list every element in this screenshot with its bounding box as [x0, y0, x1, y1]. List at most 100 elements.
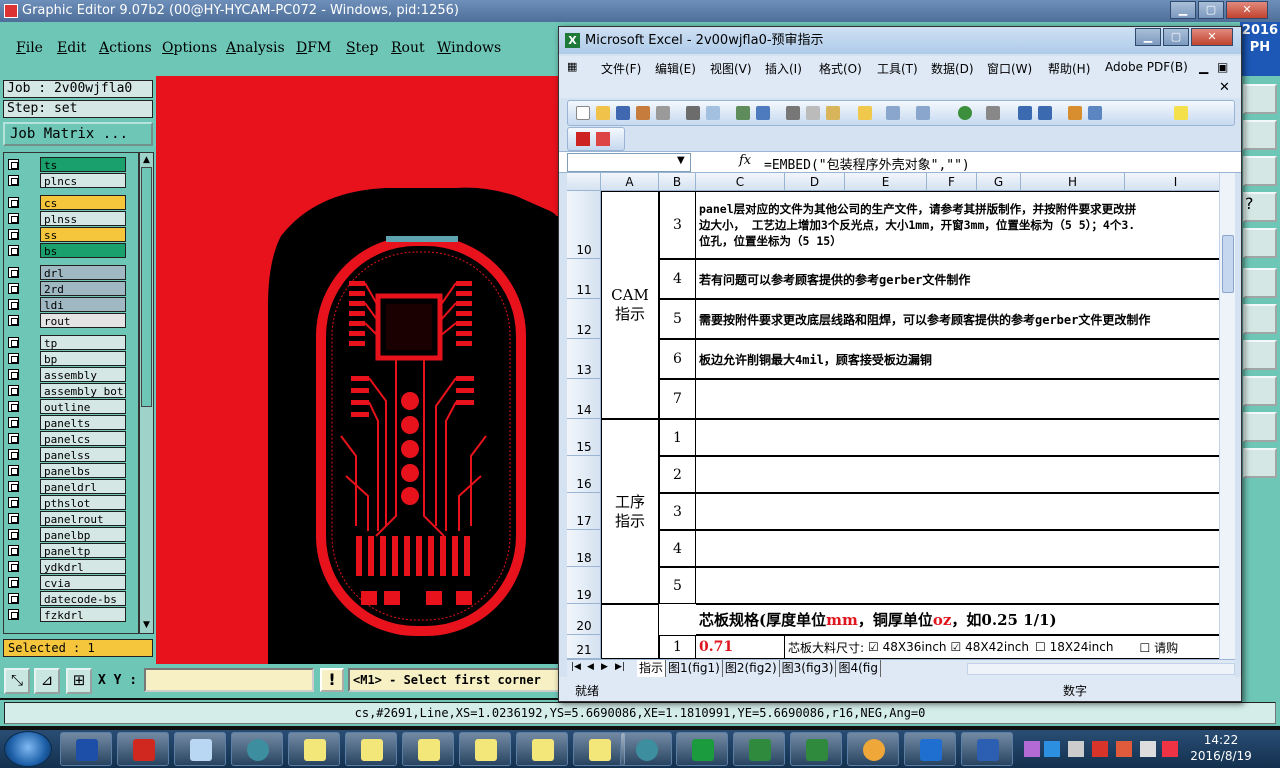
row-header[interactable]: 16 [567, 456, 601, 493]
pdf-convert-icon[interactable] [576, 132, 590, 146]
layer-checkbox[interactable] [8, 545, 19, 556]
layer-row-panelcs[interactable]: panelcs [6, 431, 138, 446]
xl-menu-edit[interactable]: 编辑(E) [655, 60, 696, 77]
minimize-button[interactable]: ▁ [1170, 1, 1196, 19]
layer-row-assembly[interactable]: assembly [6, 367, 138, 382]
layer-checkbox[interactable] [8, 175, 19, 186]
horizontal-scrollbar[interactable] [967, 663, 1235, 675]
tray-app-icon[interactable] [1044, 741, 1060, 757]
core-spec-title[interactable]: 芯板规格(厚度单位 mm ，铜厚单位 oz ，如0.25 1/1) [696, 604, 1227, 635]
menu-analysis[interactable]: Analysis [226, 40, 285, 56]
spelling-icon[interactable] [736, 106, 750, 120]
layer-checkbox[interactable] [8, 561, 19, 572]
layer-row-bs[interactable]: bs [6, 243, 138, 258]
graphic-canvas[interactable] [156, 76, 560, 664]
layer-row-bp[interactable]: bp [6, 351, 138, 366]
tray-alert-icon[interactable] [1092, 741, 1108, 757]
format-painter-icon[interactable] [858, 106, 872, 120]
connect-icon[interactable] [1243, 304, 1277, 334]
layer-row-paneltp[interactable]: paneltp [6, 543, 138, 558]
select-all-corner[interactable] [567, 173, 601, 191]
layer-row-pthslot[interactable]: pthslot [6, 495, 138, 510]
prev-sheet-icon[interactable]: ◀ [587, 662, 594, 672]
process-item-number[interactable]: 5 [659, 567, 696, 604]
layer-name[interactable]: panelrout [40, 511, 126, 526]
col-header-b[interactable]: B [659, 173, 696, 191]
layer-checkbox[interactable] [8, 267, 19, 278]
print-preview-icon[interactable] [706, 106, 720, 120]
process-item-text[interactable] [696, 530, 1227, 567]
cam-item-text[interactable]: 需要按附件要求更改底层线路和阻焊，可以参考顾客提供的参考gerber文件更改制作 [696, 299, 1227, 339]
taskbar-excel-7[interactable] [733, 732, 785, 766]
record-icon[interactable] [1243, 268, 1277, 298]
xl-menu-help[interactable]: 帮助(H) [1048, 60, 1090, 77]
save-icon[interactable] [616, 106, 630, 120]
tray-flag-icon[interactable] [1116, 741, 1132, 757]
row-header[interactable]: 21 [567, 635, 601, 659]
measure-icon[interactable]: ⊿ [34, 668, 60, 694]
taskbar-green-p[interactable] [676, 732, 728, 766]
layer-checkbox[interactable] [8, 593, 19, 604]
taskbar-genesis[interactable] [620, 732, 672, 766]
permission-icon[interactable] [636, 106, 650, 120]
layer-name[interactable]: paneldrl [40, 479, 126, 494]
layer-row-plncs[interactable]: plncs [6, 173, 138, 188]
layer-name[interactable]: bp [40, 351, 126, 366]
core-spec-label-cell[interactable] [601, 604, 659, 659]
cam-item-number[interactable]: 3 [659, 191, 696, 259]
layer-checkbox[interactable] [8, 315, 19, 326]
layer-row-cvia[interactable]: cvia [6, 575, 138, 590]
layer-name[interactable]: ss [40, 227, 126, 242]
drawing-icon[interactable] [1088, 106, 1102, 120]
layer-name[interactable]: ts [40, 157, 126, 172]
xl-menu-insert[interactable]: 插入(I) [765, 60, 802, 77]
taskbar-excel-1[interactable] [288, 732, 340, 766]
route-icon[interactable] [1243, 84, 1277, 114]
layer-checkbox[interactable] [8, 609, 19, 620]
layer-row-paneldrl[interactable]: paneldrl [6, 479, 138, 494]
row-header[interactable]: 17 [567, 493, 601, 530]
layer-checkbox[interactable] [8, 465, 19, 476]
layer-checkbox[interactable] [8, 283, 19, 294]
sheet-doc-icon[interactable]: ▦ [567, 60, 577, 73]
excel-close-button[interactable]: ✕ [1191, 28, 1233, 46]
layer-name[interactable]: 2rd [40, 281, 126, 296]
xl-menu-data[interactable]: 数据(D) [931, 60, 974, 77]
layer-name[interactable]: fzkdrl [40, 607, 126, 622]
sheet-tab-fig4[interactable]: 图4(fig [836, 660, 881, 677]
layer-name[interactable]: bs [40, 243, 126, 258]
col-header-e[interactable]: E [845, 173, 927, 191]
layer-name[interactable]: panelss [40, 447, 126, 462]
layer-row-drl[interactable]: drl [6, 265, 138, 280]
last-sheet-icon[interactable]: ▶| [615, 662, 625, 672]
layer-checkbox[interactable] [8, 245, 19, 256]
warning-button[interactable]: ! [320, 668, 344, 692]
layer-name[interactable]: pthslot [40, 495, 126, 510]
taskbar-shell-app[interactable] [847, 732, 899, 766]
paste-icon[interactable] [826, 106, 840, 120]
process-instructions-label[interactable]: 工序 指示 [601, 419, 659, 604]
excel-minimize-button[interactable]: ▁ [1135, 28, 1161, 46]
layer-checkbox[interactable] [8, 197, 19, 208]
layer-row-ldi[interactable]: ldi [6, 297, 138, 312]
layer-checkbox[interactable] [8, 481, 19, 492]
layer-name[interactable]: plncs [40, 173, 126, 188]
row-header[interactable]: 20 [567, 604, 601, 635]
chart-wizard-icon[interactable] [1068, 106, 1082, 120]
layer-name[interactable]: cvia [40, 575, 126, 590]
process-item-text[interactable] [696, 493, 1227, 530]
spreadsheet-grid[interactable]: A B C D E F G H I 10 11 12 13 14 15 16 1… [567, 173, 1227, 659]
job-matrix-button[interactable]: Job Matrix ... [3, 122, 153, 146]
col-header-d[interactable]: D [785, 173, 845, 191]
s-curve-icon[interactable] [1243, 156, 1277, 186]
layer-checkbox[interactable] [8, 433, 19, 444]
layer-name[interactable]: panelbs [40, 463, 126, 478]
layer-row-tp[interactable]: tp [6, 335, 138, 350]
snap-grid-icon[interactable]: ⊞ [66, 668, 92, 694]
layer-checkbox[interactable] [8, 337, 19, 348]
cut-icon[interactable] [786, 106, 800, 120]
taskbar-camera-app[interactable] [231, 732, 283, 766]
menu-options[interactable]: Options [162, 40, 217, 56]
signal-icon[interactable] [1243, 228, 1277, 258]
help-icon[interactable]: ? [1243, 192, 1277, 222]
